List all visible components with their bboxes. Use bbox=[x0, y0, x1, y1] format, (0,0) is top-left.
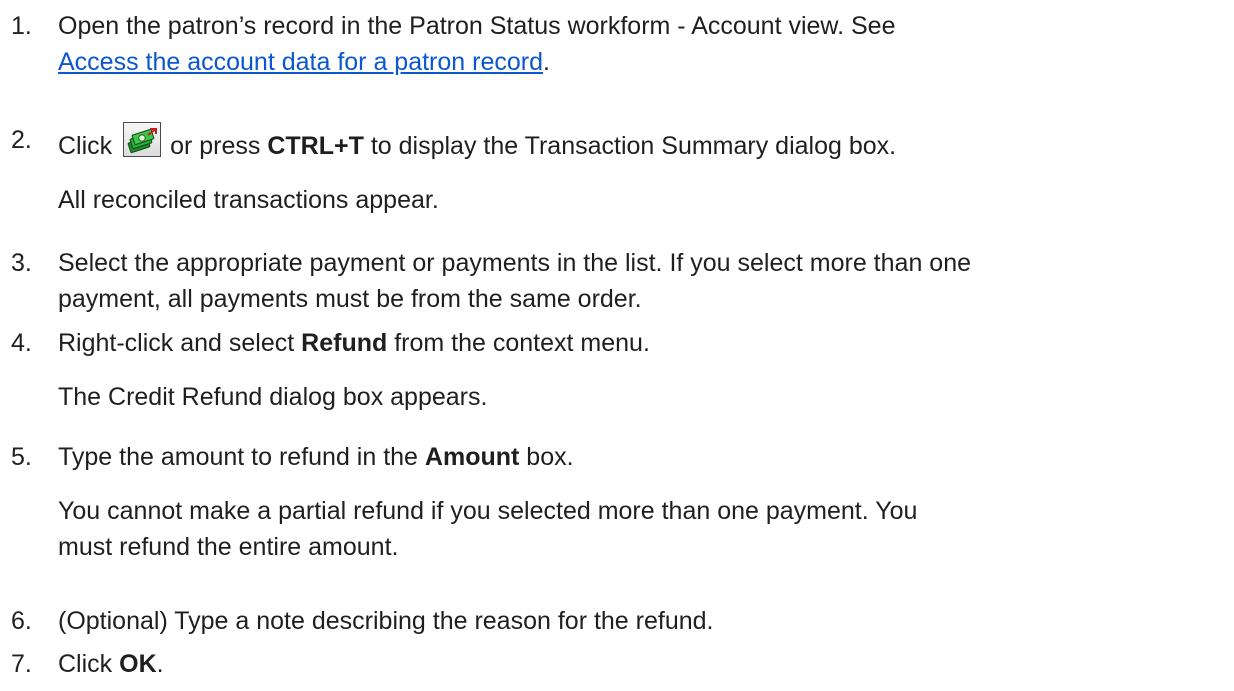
step-number: 1. bbox=[11, 12, 32, 40]
button-name: OK bbox=[119, 650, 157, 678]
step-text: payment, all payments must be from the s… bbox=[58, 285, 642, 313]
step-text-end: . bbox=[156, 650, 164, 678]
step-body: Open the patron’s record in the Patron S… bbox=[58, 8, 1208, 80]
step-note: You cannot make a partial refund if you … bbox=[58, 497, 918, 525]
step-text-end: . bbox=[543, 48, 550, 76]
step-body: Type the amount to refund in the Amount … bbox=[58, 439, 1208, 565]
shortcut-key: CTRL+T bbox=[267, 132, 364, 160]
step-body: Select the appropriate payment or paymen… bbox=[58, 245, 1208, 317]
step-number: 4. bbox=[11, 329, 32, 357]
step-body: (Optional) Type a note describing the re… bbox=[58, 603, 1208, 639]
step-text: Open the patron’s record in the Patron S… bbox=[58, 12, 896, 40]
step-text: Select the appropriate payment or paymen… bbox=[58, 249, 972, 277]
step-number: 3. bbox=[11, 249, 32, 277]
procedure-document: 1. Open the patron’s record in the Patro… bbox=[0, 0, 1234, 691]
step-number: 7. bbox=[11, 650, 32, 678]
step-text: to display the Transaction Summary dialo… bbox=[370, 132, 897, 160]
step-result: The Credit Refund dialog box appears. bbox=[58, 383, 488, 411]
step-text: (Optional) Type a note describing the re… bbox=[58, 607, 714, 635]
transaction-summary-icon[interactable] bbox=[123, 122, 162, 157]
step-text: from the context menu. bbox=[394, 329, 650, 357]
step-text: box. bbox=[526, 443, 574, 471]
money-stack-icon bbox=[127, 128, 158, 154]
access-account-data-link[interactable]: Access the account data for a patron rec… bbox=[58, 48, 543, 76]
step-result: All reconciled transactions appear. bbox=[58, 186, 439, 214]
step-text: Click bbox=[58, 650, 113, 678]
field-name: Amount bbox=[424, 443, 520, 471]
step-text: Type the amount to refund in the bbox=[58, 443, 418, 471]
step-number: 2. bbox=[11, 126, 32, 154]
step-number: 6. bbox=[11, 607, 32, 635]
step-text: Click bbox=[58, 132, 113, 160]
step-body: Right-click and select Refund from the c… bbox=[58, 325, 1208, 415]
step-text: or press bbox=[170, 132, 261, 160]
step-body: Click or press CTRL+T to display the Tra… bbox=[58, 122, 1208, 218]
step-body: Click OK. bbox=[58, 646, 1208, 682]
menu-item-name: Refund bbox=[301, 329, 388, 357]
step-note: must refund the entire amount. bbox=[58, 533, 399, 561]
step-number: 5. bbox=[11, 443, 32, 471]
step-text: Right-click and select bbox=[58, 329, 295, 357]
